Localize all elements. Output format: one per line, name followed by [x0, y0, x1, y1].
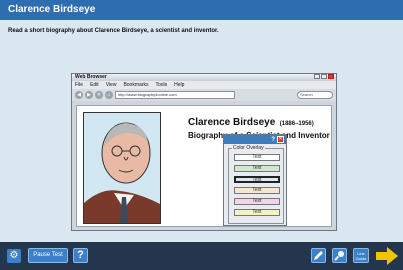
search-input[interactable]: Search	[297, 91, 333, 99]
line-guide-button[interactable]: Line Guide	[353, 248, 369, 263]
menu-edit[interactable]: Edit	[90, 81, 99, 89]
address-bar[interactable]: http://www.biography4online.com	[115, 91, 235, 99]
next-button[interactable]	[375, 246, 399, 266]
browser-window: Web Browser File Edit View Bookmarks Too…	[71, 73, 337, 231]
search-placeholder: Search	[300, 92, 313, 97]
menu-view[interactable]: View	[106, 81, 117, 89]
person-name: Clarence Birdseye	[188, 117, 276, 128]
close-window-icon[interactable]	[328, 74, 334, 79]
close-icon[interactable]: ✕	[277, 136, 284, 143]
color-overlay-panel: ? ✕ Color Overlay Text Text Text Text Te…	[223, 134, 287, 226]
help-icon[interactable]: ?	[271, 137, 275, 143]
window-controls	[314, 74, 334, 79]
pencil-icon[interactable]	[311, 248, 326, 263]
footer-toolbar: ⚙ Pause Test ? Line Guide	[0, 242, 403, 270]
overlay-swatch[interactable]: Text	[234, 154, 280, 161]
menu-bookmarks[interactable]: Bookmarks	[123, 81, 148, 89]
browser-title: Web Browser	[75, 74, 107, 80]
pause-test-button[interactable]: Pause Test	[28, 248, 68, 263]
portrait-image	[83, 112, 161, 224]
forward-icon[interactable]: ▶	[85, 91, 93, 99]
overlay-swatch[interactable]: Text	[234, 198, 280, 205]
web-page: Clarence Birdseye (1886–1956) Biography …	[76, 105, 332, 227]
page-title: Clarence Birdseye	[0, 0, 403, 20]
overlay-swatch[interactable]: Text	[234, 209, 280, 216]
instruction-text: Read a short biography about Clarence Bi…	[8, 28, 219, 34]
overlay-swatch[interactable]: Text	[234, 187, 280, 194]
navigation-bar: ◀ ▶ ✕ ⌂ http://www.biography4online.com …	[72, 89, 336, 101]
browser-title-bar: Web Browser	[72, 74, 336, 81]
menu-file[interactable]: File	[75, 81, 83, 89]
overlay-swatch[interactable]: Text	[234, 176, 280, 183]
maximize-icon[interactable]	[321, 74, 327, 79]
overlay-group: Color Overlay Text Text Text Text Text T…	[228, 145, 284, 224]
menu-bar: File Edit View Bookmarks Tools Help	[72, 81, 336, 89]
stop-icon[interactable]: ✕	[95, 91, 103, 99]
minimize-icon[interactable]	[314, 74, 320, 79]
menu-help[interactable]: Help	[174, 81, 184, 89]
overlay-swatch[interactable]: Text	[234, 165, 280, 172]
back-icon[interactable]: ◀	[75, 91, 83, 99]
person-years: (1886–1956)	[279, 121, 314, 127]
settings-icon[interactable]: ⚙	[7, 249, 21, 263]
menu-tools[interactable]: Tools	[155, 81, 167, 89]
overlay-header: ? ✕	[224, 135, 286, 144]
overlay-label: Color Overlay	[232, 145, 265, 151]
help-button[interactable]: ?	[73, 248, 88, 263]
highlighter-icon[interactable]	[332, 248, 347, 263]
home-icon[interactable]: ⌂	[105, 91, 113, 99]
